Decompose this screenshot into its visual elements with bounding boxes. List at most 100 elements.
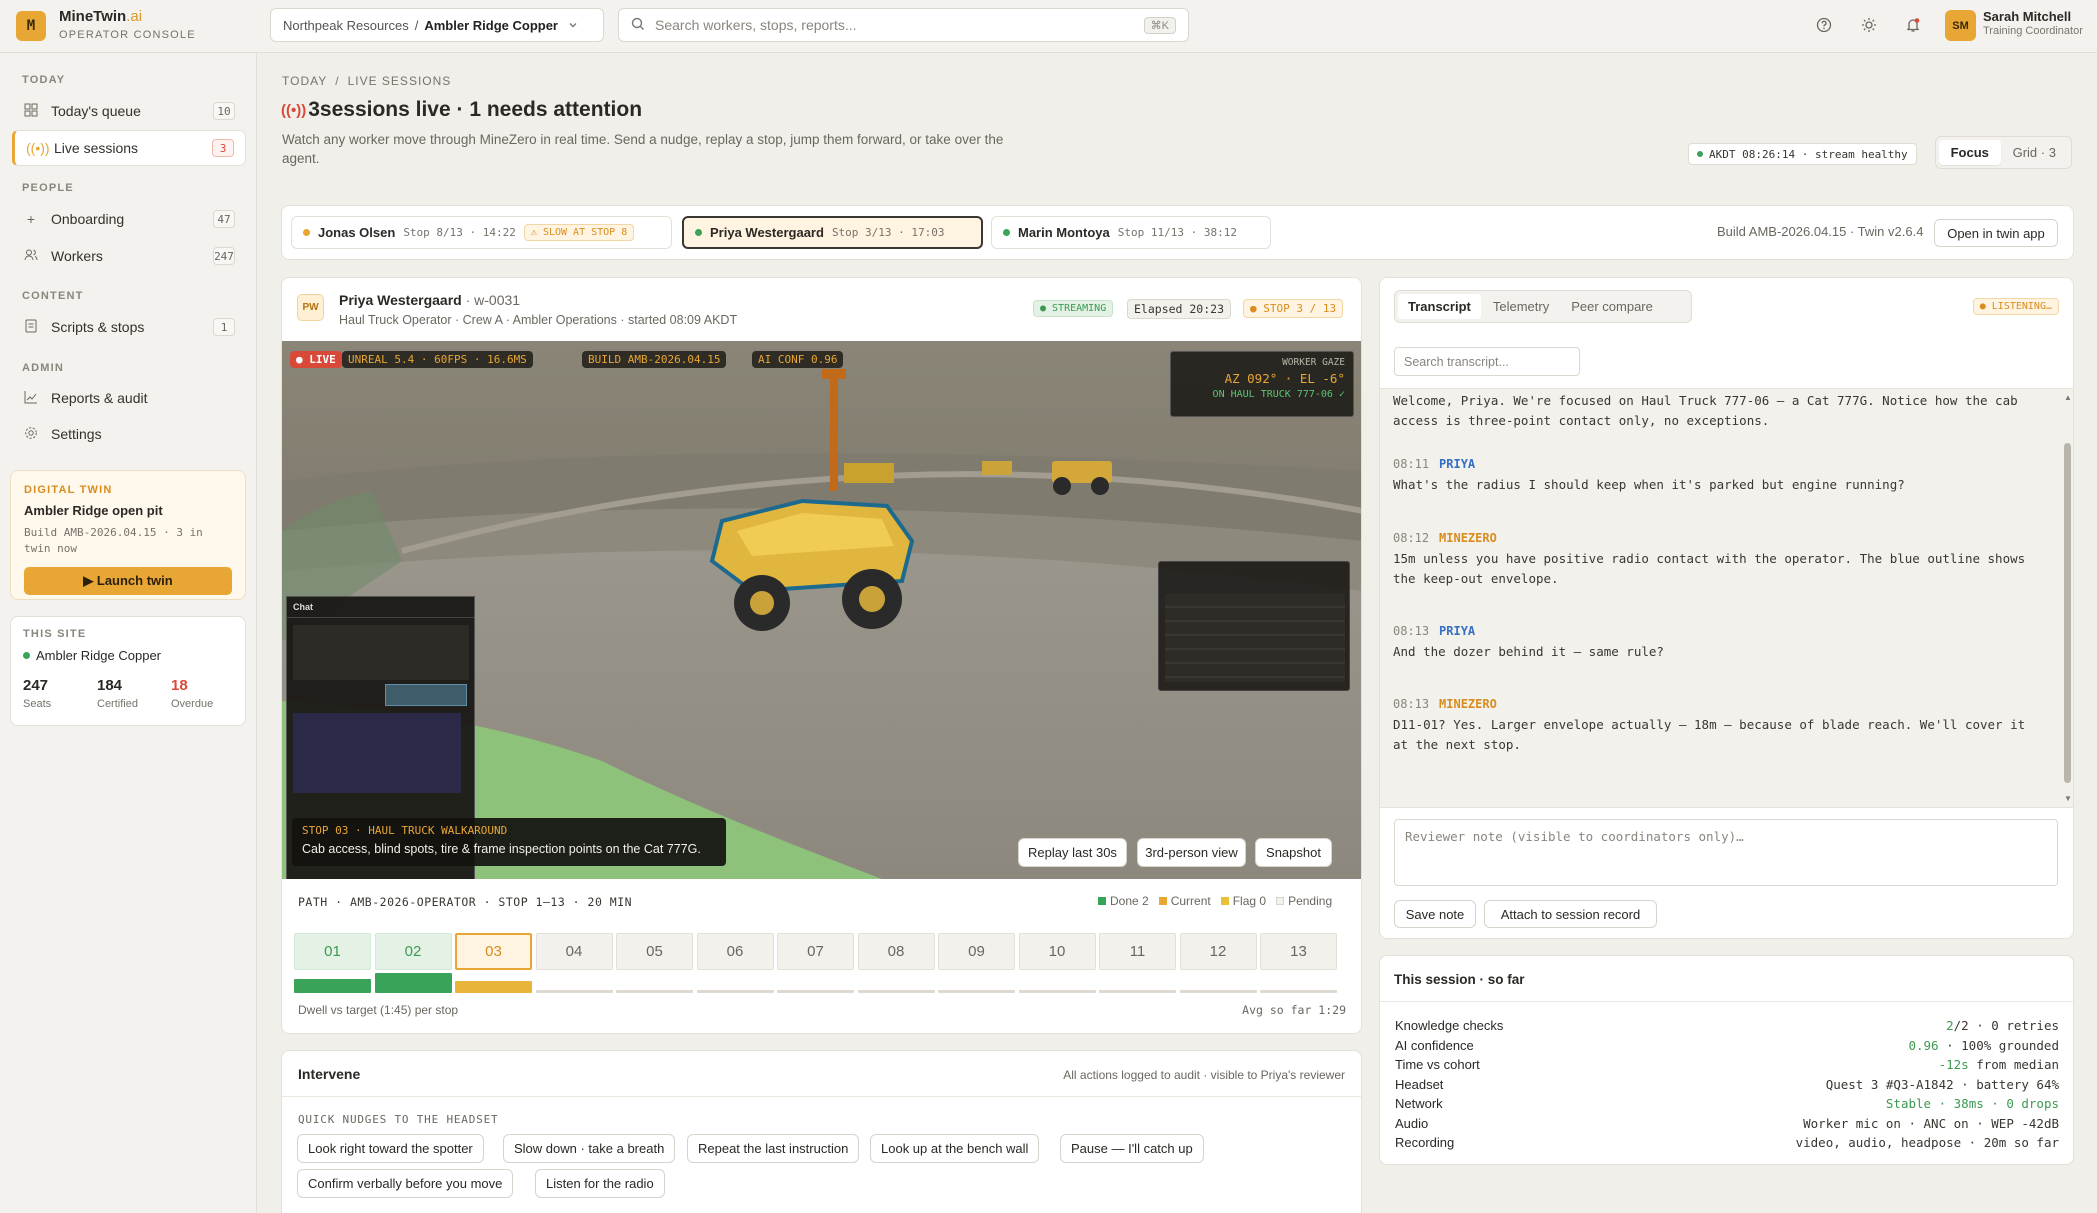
chevron-down-icon [568,18,578,33]
stop-caption-desc: Cab access, blind spots, tire & frame in… [302,842,701,856]
count-badge: 1 [213,318,235,336]
step-12[interactable]: 12 [1179,933,1257,970]
sidebar-item-reports[interactable]: Reports & audit [12,380,246,416]
nudge-button[interactable]: Repeat the last instruction [687,1134,860,1163]
view-focus-button[interactable]: Focus [1939,140,2001,165]
session-tab-priya[interactable]: Priya Westergaard Stop 3/13 · 17:03 [682,216,983,249]
step-05[interactable]: 05 [616,933,693,970]
sidebar-item-settings[interactable]: Settings [12,416,246,452]
step-10[interactable]: 10 [1018,933,1096,970]
nudge-button[interactable]: Slow down · take a breath [503,1134,676,1163]
worker-id: · w-0031 [465,292,521,308]
step-09[interactable]: 09 [938,933,1015,970]
help-icon[interactable] [1813,14,1835,36]
stat-seats-label: Seats [23,698,52,710]
transcript-search-input[interactable]: Search transcript... [1394,347,1580,376]
save-note-button[interactable]: Save note [1394,900,1476,928]
step-07[interactable]: 07 [777,933,854,970]
step-08[interactable]: 08 [857,933,935,970]
app-logo[interactable]: M [16,11,46,41]
sidebar-item-scripts[interactable]: Scripts & stops 1 [12,309,246,345]
sidebar-item-label: Today's queue [51,103,141,119]
global-search[interactable]: Search workers, stops, reports... ⌘K [618,8,1189,42]
theme-sun-icon[interactable] [1858,14,1880,36]
reviewer-note-input[interactable]: Reviewer note (visible to coordinators o… [1394,819,2058,886]
dwell-bar-06 [696,990,774,993]
row-value: 0.96 · 100% grounded [1908,1038,2059,1053]
breadcrumb: TODAY / LIVE SESSIONS [282,74,451,88]
sidebar-item-onboarding[interactable]: + Onboarding 47 [12,201,246,237]
digital-twin-card: DIGITAL TWIN Ambler Ridge open pit Build… [10,470,246,600]
dwell-bar-09 [938,990,1015,993]
tab-telemetry[interactable]: Telemetry [1483,294,1559,319]
transcript-log[interactable]: Welcome, Priya. We're focused on Haul Tr… [1380,388,2073,808]
build-badge: BUILD AMB-2026.04.15 [582,351,727,368]
message-time: 08:13 [1393,624,1430,638]
sidebar-item-label: Live sessions [54,140,139,156]
nudge-button[interactable]: Look up at the bench wall [870,1134,1040,1163]
inspector-overlay [1158,561,1350,691]
transcript-message: 08:13 PRIYA And the dozer behind it — sa… [1393,622,2043,662]
scroll-down-icon[interactable]: ▼ [2064,794,2072,803]
message-text: 15m unless you have positive radio conta… [1393,551,2026,586]
sidebar-item-todays-queue[interactable]: Today's queue 10 [12,93,246,129]
app-subtitle: OPERATOR CONSOLE [59,29,196,41]
tab-peer-compare[interactable]: Peer compare [1561,294,1663,319]
transcript-tabs: Transcript Telemetry Peer compare [1394,290,1692,323]
plus-icon: + [26,211,36,227]
attach-record-button[interactable]: Attach to session record [1484,900,1657,928]
bell-icon[interactable] [1902,14,1924,36]
gaze-label: WORKER GAZE [1282,357,1345,368]
document-icon [23,319,39,336]
search-input[interactable]: Search workers, stops, reports... [655,17,857,33]
summary-row: Audio Worker mic on · ANC on · WEP -42dB [1395,1116,2059,1131]
path-legend: Done 2 Current Flag 0 Pending [1098,894,1332,908]
snapshot-button[interactable]: Snapshot [1255,838,1332,867]
view-toggle: Focus Grid · 3 [1935,136,2072,169]
launch-twin-button[interactable]: ▶ Launch twin [24,567,232,595]
legend-done: Done 2 [1110,894,1149,908]
nudge-button[interactable]: Look right toward the spotter [297,1134,484,1163]
nudge-button[interactable]: Confirm verbally before you move [297,1169,514,1198]
row-value: video, audio, headpose · 20m so far [1796,1135,2059,1150]
twin-viewport[interactable]: ● LIVE UNREAL 5.4 · 60FPS · 16.6MS BUILD… [282,341,1361,879]
dwell-bar-02 [374,973,452,993]
legend-swatch-pending [1276,897,1285,905]
nudge-button[interactable]: Listen for the radio [535,1169,665,1198]
worker-panel: PW Priya Westergaard · w-0031 Haul Truck… [281,277,1362,1034]
row-label: Time vs cohort [1395,1057,1480,1072]
scrollbar-thumb[interactable] [2064,443,2071,783]
tab-transcript[interactable]: Transcript [1398,294,1481,319]
session-tab-marin[interactable]: Marin Montoya Stop 11/13 · 38:12 [991,216,1271,249]
step-02[interactable]: 02 [374,933,452,970]
step-13[interactable]: 13 [1260,933,1337,970]
sidebar-item-workers[interactable]: Workers 247 [12,238,246,274]
sidebar-item-live-sessions[interactable]: ((•)) Live sessions 3 [12,130,246,166]
step-01[interactable]: 01 [294,933,371,970]
third-person-button[interactable]: 3rd-person view [1137,838,1246,867]
session-tab-jonas[interactable]: Jonas Olsen Stop 8/13 · 14:22 ⚠ SLOW AT … [291,216,672,249]
view-grid-button[interactable]: Grid · 3 [2001,140,2068,165]
twin-name: Ambler Ridge open pit [24,503,163,518]
replay-button[interactable]: Replay last 30s [1018,838,1127,867]
step-06[interactable]: 06 [696,933,774,970]
step-04[interactable]: 04 [535,933,613,970]
message-text: And the dozer behind it — same rule? [1393,644,1664,659]
summary-row: Headset Quest 3 #Q3-A1842 · battery 64% [1395,1077,2059,1092]
avatar[interactable]: SM [1945,10,1976,41]
message-time: 08:13 [1393,697,1430,711]
stat-certified-label: Certified [97,698,138,710]
twin-build: Build AMB-2026.04.15 · 3 in twin now [24,526,203,555]
status-dot [23,652,30,659]
scrollbar[interactable]: ▲ ▼ [2063,393,2072,803]
stream-status: AKDT 08:26:14 · stream healthy [1688,143,1917,165]
nudge-button[interactable]: Pause — I'll catch up [1060,1134,1204,1163]
transcript-panel: Transcript Telemetry Peer compare ● LIST… [1379,277,2074,939]
org-site-selector[interactable]: Northpeak Resources / Ambler Ridge Coppe… [270,8,604,42]
open-twin-button[interactable]: Open in twin app [1934,219,2058,247]
step-11[interactable]: 11 [1099,933,1176,970]
breadcrumb-today[interactable]: TODAY [282,74,327,88]
scroll-up-icon[interactable]: ▲ [2064,393,2072,402]
step-03[interactable]: 03 [455,933,532,970]
sidebar-section-people: PEOPLE [22,182,74,194]
